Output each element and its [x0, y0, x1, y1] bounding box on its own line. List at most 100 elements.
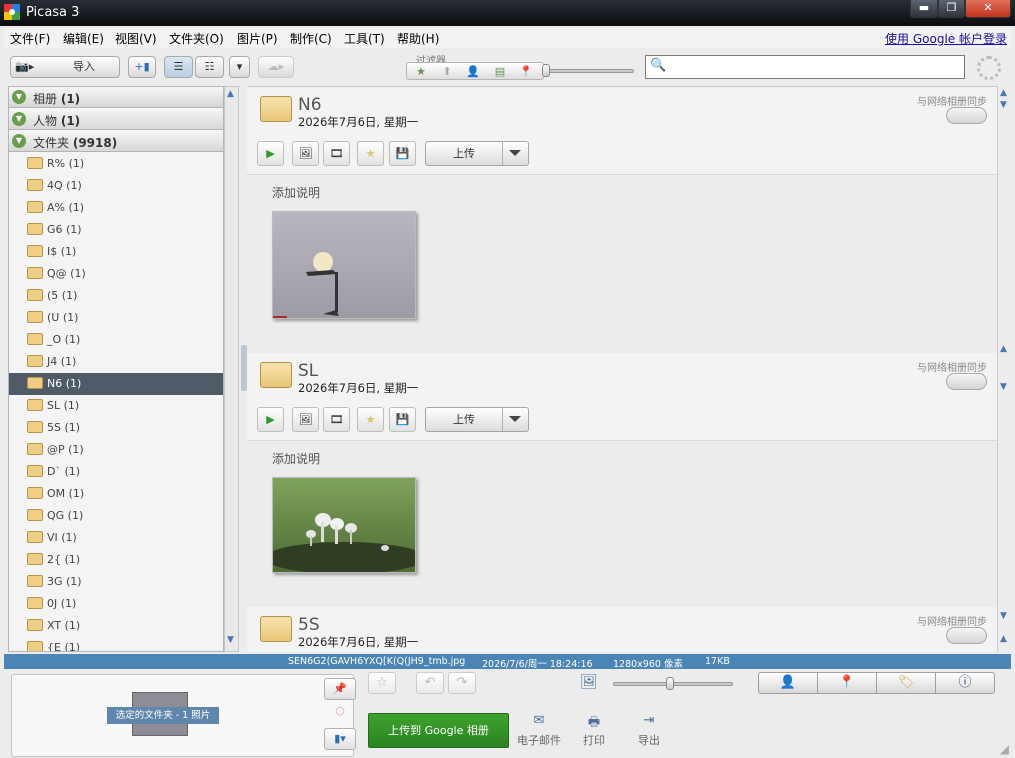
rotate-right-button[interactable]: ↷ [448, 672, 476, 694]
hold-button[interactable]: 📌 [324, 678, 356, 700]
share-button[interactable]: ☁▸ [258, 56, 294, 78]
export-button[interactable]: ⇥ 导出 [624, 713, 674, 748]
filter-slider[interactable] [542, 64, 634, 77]
minimize-button[interactable]: ▬ [910, 0, 938, 18]
expand-arrow-icon[interactable]: ▼ [12, 112, 26, 126]
folder-item[interactable]: R% (1) [9, 153, 223, 175]
scroll-down-icon[interactable]: ▼ [1000, 100, 1007, 110]
location-filter-icon[interactable]: 📍 [515, 64, 537, 79]
add-caption[interactable]: 添加说明 [272, 450, 320, 467]
section-folders[interactable]: ▼ 文件夹 (9918) [9, 131, 223, 152]
add-caption[interactable]: 添加说明 [272, 184, 320, 201]
menu-folder[interactable]: 文件夹(O) [169, 30, 224, 47]
folder-item[interactable]: A% (1) [9, 197, 223, 219]
photo-thumbnail[interactable] [272, 211, 416, 319]
expand-arrow-icon[interactable]: ▼ [12, 134, 26, 148]
scroll-up-icon[interactable]: ▲ [1000, 344, 1007, 354]
info-panel-button[interactable]: ⓘ [935, 672, 995, 694]
scroll-up-icon[interactable]: ▲ [227, 89, 234, 99]
thumbnail-size-slider[interactable] [613, 677, 733, 690]
edit-photo-button[interactable]: 🖼 [292, 141, 319, 166]
scroll-down-icon[interactable]: ▼ [227, 635, 234, 645]
folder-item[interactable]: (U (1) [9, 307, 223, 329]
search-input[interactable]: 🔍 [645, 55, 965, 79]
save-button[interactable]: 💾 [389, 141, 416, 166]
folder-item[interactable]: @P (1) [9, 439, 223, 461]
star-button[interactable]: ☆ [368, 672, 396, 694]
google-login-link[interactable]: 使用 Google 帐户登录 [885, 30, 1007, 47]
photo-thumbnail[interactable] [272, 477, 416, 573]
folder-item[interactable]: _O (1) [9, 329, 223, 351]
people-filter-icon[interactable]: 👤 [462, 64, 484, 79]
add-to-album-button[interactable]: +▮ [128, 56, 156, 78]
menu-edit[interactable]: 编辑(E) [63, 30, 104, 47]
upload-button[interactable]: 上传 [425, 141, 529, 166]
album-title[interactable]: N6 [298, 95, 322, 115]
folder-item[interactable]: 2{ (1) [9, 549, 223, 571]
tags-panel-button[interactable]: 🏷 [876, 672, 936, 694]
import-button[interactable]: 📷▸ 导入 [10, 56, 120, 78]
video-filter-icon[interactable]: ▤ [489, 64, 511, 79]
menu-picture[interactable]: 图片(P) [237, 30, 278, 47]
upload-to-google-button[interactable]: 上传到 Google 相册 [368, 713, 509, 748]
sync-toggle[interactable] [946, 627, 987, 644]
folder-item[interactable]: QG (1) [9, 505, 223, 527]
folder-item[interactable]: I$ (1) [9, 241, 223, 263]
menu-help[interactable]: 帮助(H) [397, 30, 439, 47]
rotate-left-button[interactable]: ↶ [416, 672, 444, 694]
play-slideshow-button[interactable]: ▶ [257, 141, 284, 166]
sidebar-scrollbar[interactable]: ▲ ▼ [224, 86, 239, 652]
folder-item[interactable]: (5 (1) [9, 285, 223, 307]
people-panel-button[interactable]: 👤 [758, 672, 818, 694]
star-filter-icon[interactable]: ★ [410, 64, 432, 79]
star-button[interactable]: ★ [357, 141, 384, 166]
menu-file[interactable]: 文件(F) [10, 30, 50, 47]
scroll-up-icon[interactable]: ▲ [1000, 88, 1007, 98]
folder-item[interactable]: 4Q (1) [9, 175, 223, 197]
add-to-dropdown[interactable]: ▮▾ [324, 728, 356, 750]
menu-view[interactable]: 视图(V) [115, 30, 157, 47]
scroll-up-icon[interactable]: ▲ [1000, 634, 1007, 644]
edit-photo-button[interactable]: 🖼 [292, 407, 319, 432]
list-view-button[interactable]: ☰ [164, 56, 193, 78]
folder-item[interactable]: Q@ (1) [9, 263, 223, 285]
play-slideshow-button[interactable]: ▶ [257, 407, 284, 432]
album-title[interactable]: SL [298, 361, 318, 381]
clear-button[interactable]: ○ [324, 701, 356, 723]
email-button[interactable]: ✉ 电子邮件 [514, 713, 564, 748]
section-albums[interactable]: ▼ 相册 (1) [9, 87, 223, 108]
resize-grip-icon[interactable]: ◢ [1000, 742, 1009, 756]
close-button[interactable]: ✕ [965, 0, 1011, 18]
menu-create[interactable]: 制作(C) [290, 30, 332, 47]
folder-item[interactable]: N6 (1) [9, 373, 223, 395]
scroll-down-icon[interactable]: ▼ [1000, 611, 1007, 621]
upload-filter-icon[interactable]: ⬆ [436, 64, 458, 79]
folder-item[interactable]: XT (1) [9, 615, 223, 637]
expand-arrow-icon[interactable]: ▼ [12, 90, 26, 104]
folder-item[interactable]: {E (1) [9, 637, 223, 651]
folder-item[interactable]: SL (1) [9, 395, 223, 417]
folder-item[interactable]: 5S (1) [9, 417, 223, 439]
folder-item[interactable]: G6 (1) [9, 219, 223, 241]
dropdown-arrow-icon[interactable] [509, 150, 521, 156]
tree-view-button[interactable]: ☷ [195, 56, 224, 78]
scroll-down-icon[interactable]: ▼ [1000, 382, 1007, 392]
folder-item[interactable]: J4 (1) [9, 351, 223, 373]
folder-item[interactable]: VI (1) [9, 527, 223, 549]
main-scrollbar[interactable]: ▲ ▼ ▲ ▼ ▼ ▲ [997, 86, 1011, 652]
folder-item[interactable]: 3G (1) [9, 571, 223, 593]
sync-toggle[interactable] [946, 373, 987, 390]
filter-slider-knob[interactable] [542, 64, 550, 77]
folder-item[interactable]: D` (1) [9, 461, 223, 483]
folder-item[interactable]: 0J (1) [9, 593, 223, 615]
print-button[interactable]: 🖶 打印 [569, 713, 619, 748]
section-people[interactable]: ▼ 人物 (1) [9, 109, 223, 130]
thumbnail-size-knob[interactable] [666, 677, 674, 690]
save-button[interactable]: 💾 [389, 407, 416, 432]
sync-toggle[interactable] [946, 107, 987, 124]
star-button[interactable]: ★ [357, 407, 384, 432]
view-options-dropdown[interactable]: ▾ [229, 56, 250, 78]
folder-item[interactable]: OM (1) [9, 483, 223, 505]
maximize-button[interactable]: ❐ [938, 0, 965, 18]
places-panel-button[interactable]: 📍 [817, 672, 877, 694]
